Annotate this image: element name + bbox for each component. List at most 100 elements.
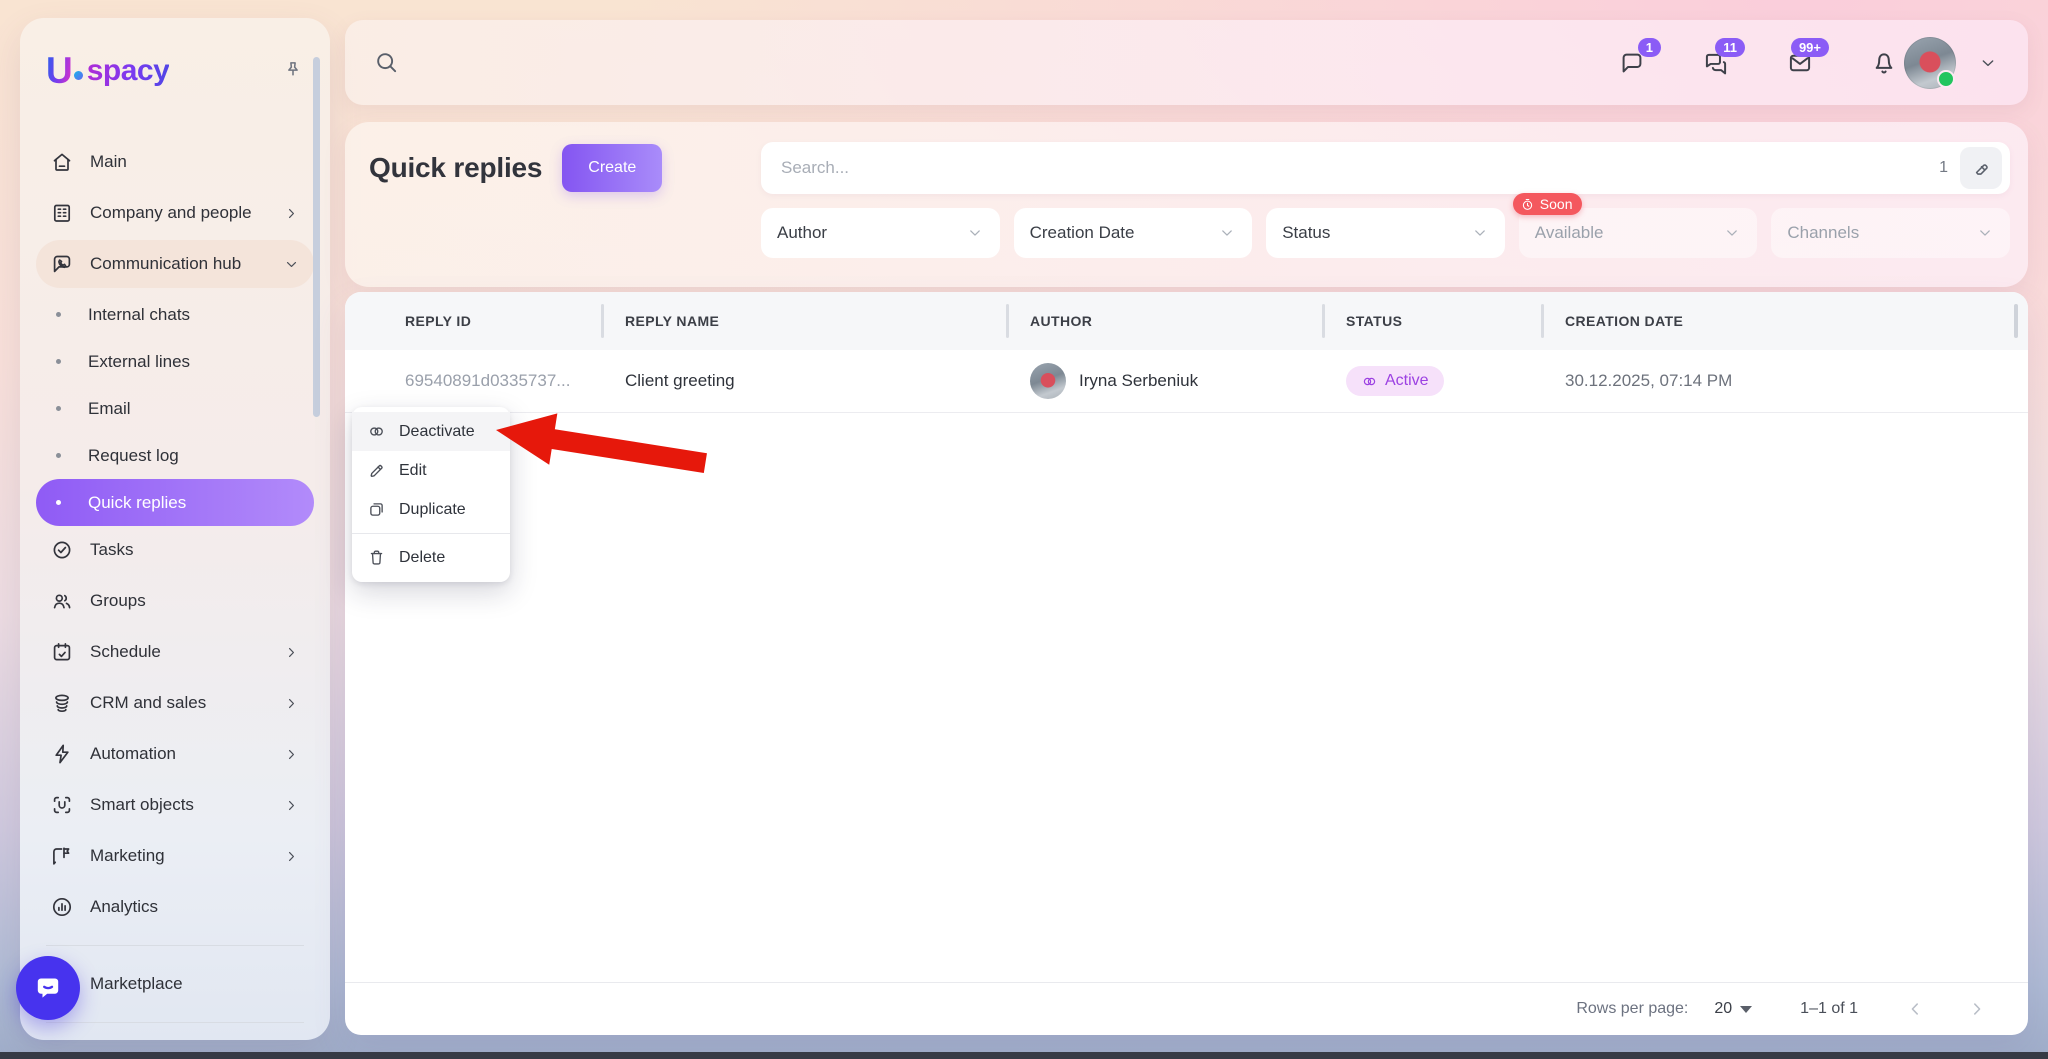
column-header-creation-date: CREATION DATE xyxy=(1541,292,2028,350)
chevron-down-icon xyxy=(1471,224,1489,242)
sidebar: U spacy Main Company and people Communicat… xyxy=(20,18,330,1040)
toggle-icon xyxy=(367,422,386,441)
rows-per-page-select[interactable]: 20 xyxy=(1714,1000,1752,1018)
filter-status[interactable]: Status xyxy=(1266,208,1505,258)
cell-status: Active xyxy=(1322,366,1541,396)
tasks-icon xyxy=(50,538,74,562)
sidebar-item-email[interactable]: Email xyxy=(36,385,314,432)
cell-author: Iryna Serbeniuk xyxy=(1006,363,1322,399)
filter-channels: Channels xyxy=(1771,208,2010,258)
sidebar-item-analytics[interactable]: Analytics xyxy=(36,883,314,931)
schedule-icon xyxy=(50,640,74,664)
table-row[interactable]: 69540891d0335737...Client greetingIryna … xyxy=(345,350,2028,413)
chat-button[interactable]: 1 xyxy=(1618,49,1646,77)
user-menu[interactable] xyxy=(1904,37,1956,89)
table-header: REPLY IDREPLY NAMEAUTHORSTATUSCREATION D… xyxy=(345,292,2028,350)
bullet-icon xyxy=(56,453,61,458)
row-context-menu: DeactivateEditDuplicate Delete xyxy=(352,407,510,582)
sidebar-item-request-log[interactable]: Request log xyxy=(36,432,314,479)
menu-divider xyxy=(352,533,510,534)
sidebar-item-marketing[interactable]: Marketing xyxy=(36,832,314,880)
sidebar-header: U spacy xyxy=(20,18,330,96)
previous-page-button[interactable] xyxy=(1904,998,1926,1020)
sidebar-item-label: External lines xyxy=(88,352,190,372)
soon-badge: Soon xyxy=(1513,193,1583,215)
chevron-right-icon xyxy=(283,205,300,222)
sidebar-item-label: Marketing xyxy=(90,846,283,866)
search-input[interactable] xyxy=(779,157,1939,179)
sidebar-item-automation[interactable]: Automation xyxy=(36,730,314,778)
title-row: Quick replies Create xyxy=(369,142,741,194)
sidebar-scrollbar[interactable] xyxy=(313,57,320,417)
sidebar-item-label: Marketplace xyxy=(90,974,300,994)
mail-button[interactable]: 99+ xyxy=(1786,49,1814,77)
menu-item-delete[interactable]: Delete xyxy=(352,538,510,577)
bell-button[interactable] xyxy=(1870,49,1898,77)
search-result-count: 1 xyxy=(1939,159,1948,177)
filter-creation-date[interactable]: Creation Date xyxy=(1014,208,1253,258)
next-page-button[interactable] xyxy=(1966,998,1988,1020)
marketing-icon xyxy=(50,844,74,868)
pagination-range: 1–1 of 1 xyxy=(1800,1000,1858,1018)
menu-item-deactivate[interactable]: Deactivate xyxy=(352,412,510,451)
cell-reply-name: Client greeting xyxy=(601,371,1006,391)
sidebar-item-label: Internal chats xyxy=(88,305,190,325)
support-chat-button[interactable] xyxy=(16,956,80,1020)
bullet-icon xyxy=(56,312,61,317)
sidebar-item-crm-and-sales[interactable]: CRM and sales xyxy=(36,679,314,727)
author-avatar xyxy=(1030,363,1066,399)
sidebar-item-company-and-people[interactable]: Company and people xyxy=(36,189,314,237)
sidebar-item-external-lines[interactable]: External lines xyxy=(36,338,314,385)
sidebar-item-label: Groups xyxy=(90,591,300,611)
notification-badge: 1 xyxy=(1638,38,1661,57)
sidebar-item-label: Email xyxy=(88,399,131,419)
chevron-right-icon xyxy=(283,695,300,712)
logo-text: spacy xyxy=(87,54,170,88)
sidebar-item-schedule[interactable]: Schedule xyxy=(36,628,314,676)
toggle-icon xyxy=(1361,373,1378,390)
sidebar-item-tasks[interactable]: Tasks xyxy=(36,526,314,574)
sidebar-item-communication-hub[interactable]: Communication hub xyxy=(36,240,314,288)
menu-item-duplicate[interactable]: Duplicate xyxy=(352,490,510,529)
filter-label: Status xyxy=(1282,223,1330,243)
uspacy-logo[interactable]: U spacy xyxy=(46,52,169,89)
sidebar-item-settings[interactable]: Settings xyxy=(36,1037,314,1040)
cell-reply-id: 69540891d0335737... xyxy=(345,371,601,391)
filter-label: Author xyxy=(777,223,827,243)
sidebar-divider xyxy=(46,1022,304,1023)
chevron-right-icon xyxy=(1966,998,1988,1020)
sidebar-item-groups[interactable]: Groups xyxy=(36,577,314,625)
profile-chevron-down-icon[interactable] xyxy=(1978,53,1998,73)
header-right-separator xyxy=(2014,304,2018,338)
menu-item-label: Delete xyxy=(399,549,445,567)
chats-button[interactable]: 11 xyxy=(1702,49,1730,77)
clock-icon xyxy=(1520,197,1535,212)
sidebar-item-label: Smart objects xyxy=(90,795,283,815)
home-icon xyxy=(50,150,74,174)
sidebar-item-label: Company and people xyxy=(90,203,283,223)
sidebar-item-label: Quick replies xyxy=(88,493,186,513)
app-root: { "app": {"logo_letter": "U", "logo_text… xyxy=(0,0,2048,1059)
topbar: 11199+ xyxy=(345,20,2028,105)
chat-bubble-icon xyxy=(31,971,65,1005)
pin-sidebar-icon[interactable] xyxy=(282,59,304,81)
search-box: 1 xyxy=(761,142,2010,194)
analytics-icon xyxy=(50,895,74,919)
sidebar-item-quick-replies[interactable]: Quick replies xyxy=(36,479,314,526)
filter-author[interactable]: Author xyxy=(761,208,1000,258)
trash-icon xyxy=(367,548,386,567)
clear-filters-button[interactable] xyxy=(1960,147,2002,189)
status-badge: Active xyxy=(1346,366,1444,396)
bullet-icon xyxy=(56,500,61,505)
menu-item-edit[interactable]: Edit xyxy=(352,451,510,490)
sidebar-item-internal-chats[interactable]: Internal chats xyxy=(36,291,314,338)
communication-hub-icon xyxy=(50,252,74,276)
create-button[interactable]: Create xyxy=(562,144,662,192)
global-search-icon[interactable] xyxy=(373,49,400,76)
logo-dot-icon xyxy=(74,71,83,80)
company-icon xyxy=(50,201,74,225)
sidebar-item-main[interactable]: Main xyxy=(36,138,314,186)
copy-icon xyxy=(367,500,386,519)
sidebar-item-smart-objects[interactable]: Smart objects xyxy=(36,781,314,829)
notification-badge: 11 xyxy=(1715,38,1745,57)
